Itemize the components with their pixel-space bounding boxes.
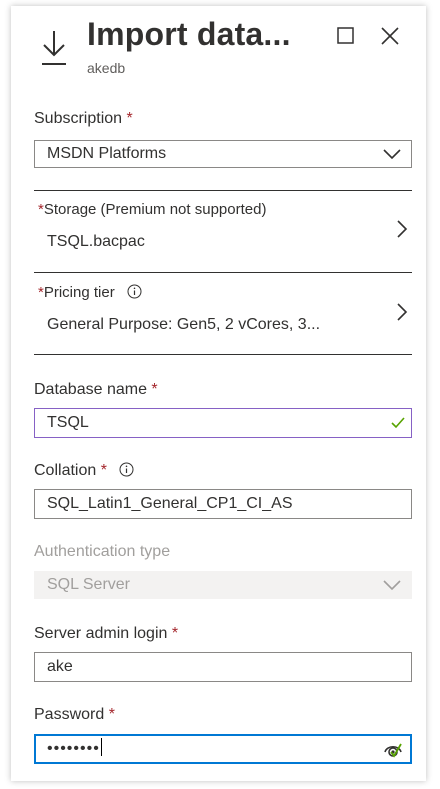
divider xyxy=(34,354,412,355)
chevron-right-icon xyxy=(397,303,408,321)
maximize-icon[interactable] xyxy=(334,24,358,48)
divider xyxy=(34,272,412,273)
password-label: Password * xyxy=(34,706,115,723)
authentication-type-select: SQL Server xyxy=(34,571,412,599)
download-icon xyxy=(42,31,66,65)
server-admin-login-input[interactable]: ake xyxy=(34,652,412,682)
database-name-value: TSQL xyxy=(47,414,89,431)
server-admin-login-label: Server admin login * xyxy=(34,625,179,642)
storage-value: TSQL.bacpac xyxy=(47,233,145,250)
subscription-label: Subscription * xyxy=(34,110,133,127)
server-admin-login-value: ake xyxy=(47,658,73,675)
required-mark: * xyxy=(126,110,133,127)
pricing-tier-label: *Pricing tier xyxy=(38,284,142,301)
subscription-value: MSDN Platforms xyxy=(47,145,167,162)
required-mark: * xyxy=(108,706,115,723)
chevron-down-icon xyxy=(383,149,401,160)
close-icon[interactable] xyxy=(378,24,402,48)
subscription-select[interactable]: MSDN Platforms xyxy=(34,140,412,168)
password-value: •••••••• xyxy=(47,740,100,757)
info-icon[interactable] xyxy=(119,462,134,477)
collation-value: SQL_Latin1_General_CP1_CI_AS xyxy=(47,495,293,512)
database-name-input[interactable]: TSQL xyxy=(34,408,412,438)
collation-label: Collation * xyxy=(34,462,134,480)
required-mark: * xyxy=(100,462,107,479)
text-caret xyxy=(100,738,103,756)
required-mark: * xyxy=(151,381,158,398)
storage-selector[interactable]: *Storage (Premium not supported) TSQL.ba… xyxy=(34,191,412,271)
password-reveal-icon[interactable] xyxy=(382,739,404,761)
authentication-type-value: SQL Server xyxy=(47,576,130,593)
chevron-right-icon xyxy=(397,220,408,238)
panel-header: Import data... akedb xyxy=(11,6,426,96)
authentication-type-label: Authentication type xyxy=(34,543,171,560)
password-input[interactable]: •••••••• xyxy=(34,734,412,764)
chevron-down-icon xyxy=(383,580,401,591)
collation-input[interactable]: SQL_Latin1_General_CP1_CI_AS xyxy=(34,489,412,519)
database-name-label: Database name * xyxy=(34,381,158,398)
checkmark-icon xyxy=(391,417,405,429)
required-mark: * xyxy=(171,625,179,642)
info-icon[interactable] xyxy=(127,284,142,299)
page-title: Import data... xyxy=(87,16,291,52)
pricing-tier-value: General Purpose: Gen5, 2 vCores, 3... xyxy=(47,316,321,333)
import-data-panel: Import data... akedb Subscription * MSDN… xyxy=(11,6,426,781)
pricing-tier-selector[interactable]: *Pricing tier General Purpose: Gen5, 2 v… xyxy=(34,274,412,354)
storage-label: *Storage (Premium not supported) xyxy=(38,201,267,218)
page-subtitle: akedb xyxy=(87,60,126,76)
